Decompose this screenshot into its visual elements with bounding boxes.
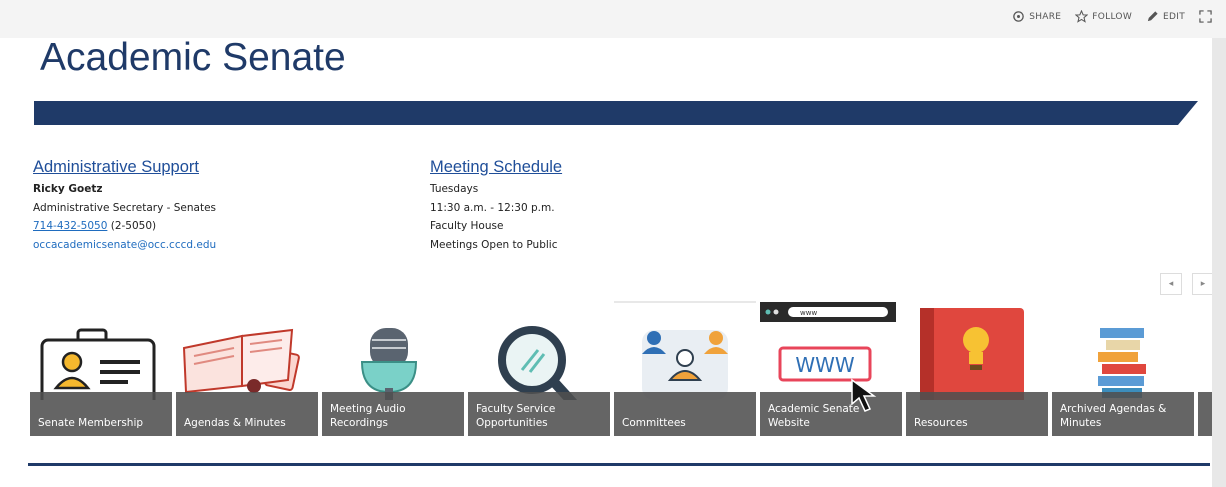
admin-phone-line: 714-432-5050 (2-5050) [33,217,216,236]
badge-icon [40,328,156,400]
tile-archived-agendas-minutes[interactable]: Archived Agendas & Minutes [1052,300,1194,436]
suite-bar: SHARE FOLLOW EDIT [0,0,1226,38]
tile-label: Agendas & Minutes [176,392,318,436]
admin-role: Administrative Secretary - Senates [33,201,217,214]
tile-label: Meeting Audio Recordings [322,392,464,436]
tile-label: Archived Agendas & Minutes [1052,392,1194,436]
admin-name: Ricky Goetz [33,183,103,195]
admin-support-section: Administrative Support Ricky Goetz Admin… [33,156,216,254]
tile-faculty-service-opportunities[interactable]: Faculty Service Opportunities [468,300,610,436]
page-title: Academic Senate [40,36,346,79]
tile-resources[interactable]: Resources [906,300,1048,436]
edit-label: EDIT [1163,11,1185,22]
tile-agendas-minutes[interactable]: Agendas & Minutes [176,300,318,436]
share-label: SHARE [1029,11,1062,22]
tile-senate-membership[interactable]: Senate Membership [30,300,172,436]
share-icon [1013,11,1024,22]
www-text: WWW [795,353,855,377]
star-icon [1075,10,1089,23]
cursor-arrow-icon [851,378,877,412]
admin-extension: (2-5050) [110,220,157,232]
tile-carousel-nav: ◂ ▸ [1160,273,1214,295]
microphone-icon [360,328,418,400]
group-icon [614,301,756,400]
admin-support-heading[interactable]: Administrative Support [33,156,216,178]
tile-label: Faculty Service Opportunities [468,392,610,436]
tile-label: Resources [906,392,1048,436]
focus-mode-button[interactable] [1199,10,1212,23]
tile-label: Committees [614,392,756,436]
lightbulb-book-icon [920,308,1024,400]
meeting-location: Faculty House [430,220,504,232]
tile-committees[interactable]: Committees [614,300,756,436]
tile-academic-senate-website[interactable]: www WWW Academic Senate Website [760,300,902,436]
chevron-left-icon: ◂ [1168,279,1174,289]
admin-phone-link[interactable]: 714-432-5050 [33,220,107,232]
promoted-links-tiles: Senate Membership Agendas & Minutes Meet… [30,300,1226,440]
edit-button[interactable]: EDIT [1146,10,1185,23]
carousel-next-button[interactable]: ▸ [1192,273,1214,295]
magnifier-icon [498,326,578,400]
title-banner [34,101,1198,125]
follow-button[interactable]: FOLLOW [1075,10,1132,23]
pencil-icon [1147,11,1158,22]
carousel-prev-button[interactable]: ◂ [1160,273,1182,295]
meeting-schedule-section: Meeting Schedule Tuesdays 11:30 a.m. - 1… [430,156,562,254]
meeting-note: Meetings Open to Public [430,238,558,251]
page-actions: SHARE FOLLOW EDIT [1012,10,1212,23]
meeting-time: 11:30 a.m. - 12:30 p.m. [430,201,555,214]
meeting-schedule-heading[interactable]: Meeting Schedule [430,156,562,178]
tile-label: Senate Membership [30,392,172,436]
address-bar-text: www [800,309,817,317]
chevron-right-icon: ▸ [1200,279,1206,289]
stacked-books-icon [1098,328,1146,398]
section-divider [28,463,1210,466]
focus-icon [1199,10,1212,23]
page-scrollbar[interactable] [1212,38,1226,487]
follow-label: FOLLOW [1092,11,1133,22]
tile-meeting-audio-recordings[interactable]: Meeting Audio Recordings [322,300,464,436]
meeting-day: Tuesdays [430,183,479,195]
share-button[interactable]: SHARE [1012,10,1061,23]
open-book-icon [182,328,300,394]
admin-email-link[interactable]: occacademicsenate@occ.cccd.edu [33,236,216,255]
